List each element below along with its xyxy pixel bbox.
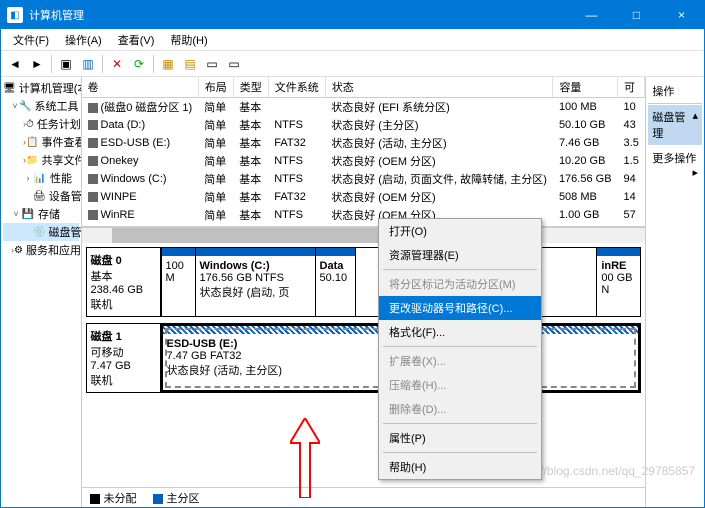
table-row[interactable]: (磁盘0 磁盘分区 1)简单基本状态良好 (EFI 系统分区)100 MB10 — [82, 98, 645, 117]
ctx-format[interactable]: 格式化(F)... — [379, 320, 541, 344]
forward-button[interactable]: ► — [27, 54, 47, 74]
view1-button[interactable]: ▦ — [158, 54, 178, 74]
table-row[interactable]: WinRE简单基本NTFS状态良好 (OEM 分区)1.00 GB57 — [82, 206, 645, 224]
ctx-extend: 扩展卷(X)... — [379, 349, 541, 373]
table-row[interactable]: Onekey简单基本NTFS状态良好 (OEM 分区)10.20 GB1.5 — [82, 152, 645, 170]
partition-efi[interactable]: 100 M — [161, 248, 195, 316]
ctx-properties[interactable]: 属性(P) — [379, 426, 541, 450]
minimize-button[interactable]: — — [569, 1, 614, 29]
scrollbar-horizontal[interactable] — [82, 227, 646, 243]
actions-header: 操作 — [648, 79, 702, 104]
tree-storage[interactable]: ˅💾存储 — [3, 205, 79, 223]
table-header: 卷布局类型文件系统状态容量可 — [82, 77, 645, 98]
app-icon: ◧ — [7, 7, 23, 23]
table-row[interactable]: WINPE简单基本FAT32状态良好 (OEM 分区)508 MB14 — [82, 188, 645, 206]
back-button[interactable]: ◄ — [5, 54, 25, 74]
partition-winre[interactable]: inRE00 GB N — [596, 248, 640, 316]
ctx-open[interactable]: 打开(O) — [379, 219, 541, 243]
table-row[interactable]: ESD-USB (E:)简单基本FAT32状态良好 (活动, 主分区)7.46 … — [82, 134, 645, 152]
tree-diskmgmt[interactable]: 💿磁盘管理 — [3, 223, 79, 241]
actions-diskmgmt[interactable]: 磁盘管理▴ — [648, 105, 702, 145]
ctx-change-letter[interactable]: 更改驱动器号和路径(C)... — [379, 296, 541, 320]
context-menu: 打开(O) 资源管理器(E) 将分区标记为活动分区(M) 更改驱动器号和路径(C… — [378, 218, 542, 480]
menu-file[interactable]: 文件(F) — [5, 30, 57, 50]
ctx-help[interactable]: 帮助(H) — [379, 455, 541, 479]
actions-more[interactable]: 更多操作▸ — [648, 146, 702, 170]
chevron-up-icon: ▴ — [692, 109, 698, 141]
up-button[interactable]: ▣ — [56, 54, 76, 74]
menu-view[interactable]: 查看(V) — [110, 30, 163, 50]
close-button[interactable]: × — [659, 1, 704, 29]
tree-event[interactable]: ›📋事件查看器 — [3, 133, 79, 151]
ctx-mark-active: 将分区标记为活动分区(M) — [379, 272, 541, 296]
maximize-button[interactable]: □ — [614, 1, 659, 29]
tree-perf[interactable]: ›📊性能 — [3, 169, 79, 187]
actions-pane: 操作 磁盘管理▴ 更多操作▸ — [646, 77, 704, 507]
volume-list[interactable]: 卷布局类型文件系统状态容量可 (磁盘0 磁盘分区 1)简单基本状态良好 (EFI… — [82, 77, 646, 227]
view4-button[interactable]: ▭ — [224, 54, 244, 74]
tree-share[interactable]: ›📁共享文件夹 — [3, 151, 79, 169]
menubar: 文件(F) 操作(A) 查看(V) 帮助(H) — [1, 29, 704, 51]
ctx-delete: 删除卷(D)... — [379, 397, 541, 421]
menu-help[interactable]: 帮助(H) — [162, 30, 215, 50]
ctx-shrink: 压缩卷(H)... — [379, 373, 541, 397]
show-hide-button[interactable]: ▥ — [78, 54, 98, 74]
delete-button[interactable]: ✕ — [107, 54, 127, 74]
toolbar: ◄ ► ▣ ▥ ✕ ⟳ ▦ ▤ ▭ ▭ — [1, 51, 704, 77]
nav-tree: 🖥计算机管理(本地) ˅🔧系统工具 ›⏱任务计划程序 ›📋事件查看器 ›📁共享文… — [1, 77, 82, 507]
ctx-explorer[interactable]: 资源管理器(E) — [379, 243, 541, 267]
table-row[interactable]: Windows (C:)简单基本NTFS状态良好 (启动, 页面文件, 故障转储… — [82, 170, 645, 188]
view2-button[interactable]: ▤ — [180, 54, 200, 74]
disk-map: 磁盘 0 基本 238.46 GB 联机 100 M Windows (C:)1… — [82, 243, 646, 487]
tree-task[interactable]: ›⏱任务计划程序 — [3, 115, 79, 133]
tree-devmgr[interactable]: 🖨设备管理器 — [3, 187, 79, 205]
tree-services[interactable]: ›⚙服务和应用程序 — [3, 241, 79, 259]
annotation-arrow — [290, 418, 320, 501]
table-row[interactable]: Data (D:)简单基本NTFS状态良好 (主分区)50.10 GB43 — [82, 116, 645, 134]
tree-systools[interactable]: ˅🔧系统工具 — [3, 97, 79, 115]
partition-d[interactable]: Data50.10 — [315, 248, 355, 316]
view3-button[interactable]: ▭ — [202, 54, 222, 74]
properties-button[interactable]: ⟳ — [129, 54, 149, 74]
titlebar: ◧ 计算机管理 — □ × — [1, 1, 704, 29]
disk-1[interactable]: 磁盘 1 可移动 7.47 GB 联机 ESD-USB (E:)7.47 GB … — [86, 323, 642, 393]
tree-root[interactable]: 🖥计算机管理(本地) — [3, 79, 79, 97]
partition-c[interactable]: Windows (C:)176.56 GB NTFS状态良好 (启动, 页 — [195, 248, 315, 316]
window-title: 计算机管理 — [29, 7, 569, 23]
disk-0[interactable]: 磁盘 0 基本 238.46 GB 联机 100 M Windows (C:)1… — [86, 247, 642, 317]
chevron-right-icon: ▸ — [692, 166, 698, 179]
menu-action[interactable]: 操作(A) — [57, 30, 110, 50]
legend: 未分配 主分区 — [82, 487, 646, 507]
